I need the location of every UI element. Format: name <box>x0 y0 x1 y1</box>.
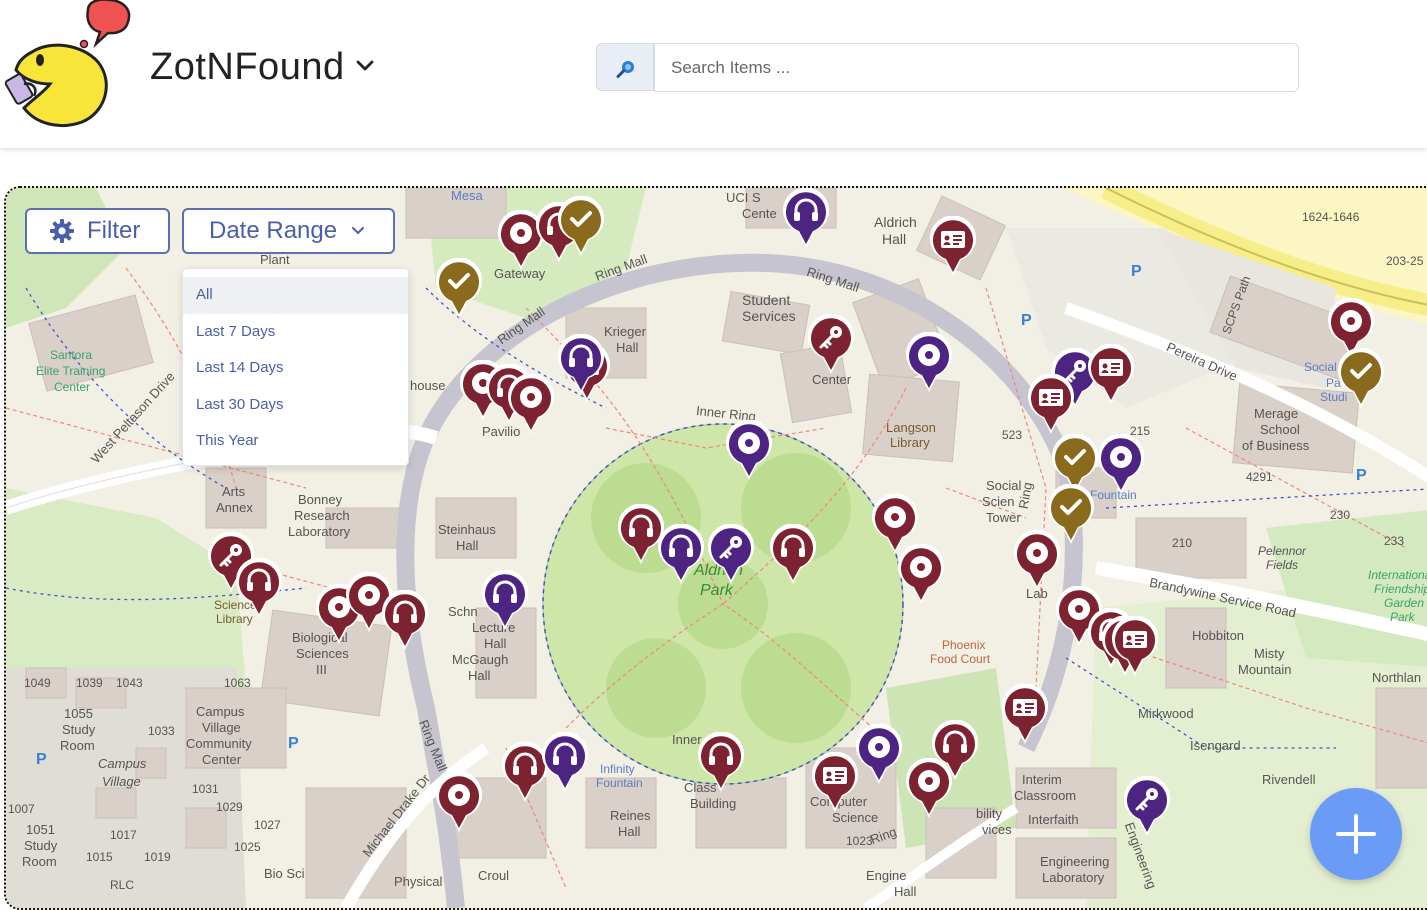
svg-text:P: P <box>1021 312 1032 329</box>
record-icon <box>738 432 760 454</box>
record-icon <box>1110 446 1132 468</box>
svg-text:P: P <box>1131 263 1142 280</box>
record-icon <box>868 736 890 758</box>
record-icon <box>910 556 932 578</box>
map-pin-record[interactable] <box>1012 530 1062 592</box>
id-card-icon <box>1099 359 1123 376</box>
map-pin-record[interactable] <box>904 332 954 394</box>
app-title[interactable]: ZotNFound <box>150 46 345 89</box>
map-pin-key[interactable] <box>706 524 756 586</box>
map-pin-check[interactable] <box>434 258 484 320</box>
map-pin-record[interactable] <box>1096 434 1146 496</box>
search-button[interactable] <box>596 43 654 91</box>
record-icon <box>1026 542 1048 564</box>
id-card-icon <box>1123 631 1147 648</box>
map-pin-headphones[interactable] <box>234 558 284 620</box>
plus-icon <box>1336 814 1376 854</box>
record-icon <box>918 344 940 366</box>
map-pin-headphones[interactable] <box>480 570 530 632</box>
map-pin-headphones[interactable] <box>781 188 831 250</box>
gear-icon <box>50 219 74 243</box>
logo[interactable] <box>2 0 132 130</box>
date-option-last-30-days[interactable]: Last 30 Days <box>183 387 408 424</box>
map-pin-headphones[interactable] <box>540 732 590 794</box>
svg-text:P: P <box>36 751 47 768</box>
id-card-icon <box>941 231 965 248</box>
map-pin-id-card[interactable] <box>1086 344 1136 406</box>
search-input[interactable] <box>654 43 1299 92</box>
map-pin-headphones[interactable] <box>556 334 606 396</box>
add-item-button[interactable] <box>1310 788 1402 880</box>
map-pin-headphones[interactable] <box>768 524 818 586</box>
id-card-icon <box>823 767 847 784</box>
date-option-last-7-days[interactable]: Last 7 Days <box>183 314 408 351</box>
record-icon <box>918 770 940 792</box>
map-pin-record[interactable] <box>506 374 556 436</box>
chevron-down-icon[interactable] <box>355 58 375 74</box>
record-icon <box>510 222 532 244</box>
date-option-last-14-days[interactable]: Last 14 Days <box>183 350 408 387</box>
map-pin-id-card[interactable] <box>1026 374 1076 436</box>
map-pin-record[interactable] <box>904 758 954 820</box>
map-pin-key[interactable] <box>1122 776 1172 838</box>
map-pin-record[interactable] <box>854 724 904 786</box>
map-pin-id-card[interactable] <box>1110 616 1160 678</box>
map-pin-check[interactable] <box>1336 348 1386 410</box>
map-pin-headphones[interactable] <box>380 590 430 652</box>
map-pin-record[interactable] <box>434 772 484 834</box>
date-option-this-year[interactable]: This Year <box>183 423 408 460</box>
map-pin-record[interactable] <box>896 544 946 606</box>
chevron-down-icon <box>352 227 365 235</box>
map-view[interactable]: PPPPP Mesa UCI S Cente Aldrich Hall Ring… <box>4 186 1427 910</box>
date-range-label: Date Range <box>209 217 338 244</box>
svg-text:P: P <box>288 735 299 752</box>
date-option-all[interactable]: All <box>183 277 408 314</box>
record-icon <box>448 784 470 806</box>
app-header: ZotNFound <box>0 0 1427 148</box>
search-icon <box>616 61 634 78</box>
map-pin-record[interactable] <box>724 420 774 482</box>
map-pin-key[interactable] <box>806 314 856 376</box>
filter-label: Filter <box>87 217 141 244</box>
map-pin-headphones[interactable] <box>696 732 746 794</box>
map-pin-id-card[interactable] <box>810 752 860 814</box>
map-pin-id-card[interactable] <box>1000 684 1050 746</box>
record-icon <box>358 584 380 606</box>
map-pin-id-card[interactable] <box>928 216 978 278</box>
id-card-icon <box>1013 699 1037 716</box>
id-card-icon <box>1039 389 1063 406</box>
filter-button[interactable]: Filter <box>25 208 170 254</box>
map-pin-check[interactable] <box>556 196 606 258</box>
record-icon <box>1340 310 1362 332</box>
record-icon <box>884 506 906 528</box>
date-range-menu: All Last 7 Days Last 14 Days Last 30 Day… <box>182 268 409 466</box>
record-icon <box>520 386 542 408</box>
map-pin-headphones[interactable] <box>656 524 706 586</box>
date-range-button[interactable]: Date Range <box>182 208 395 254</box>
svg-text:P: P <box>1356 467 1367 484</box>
